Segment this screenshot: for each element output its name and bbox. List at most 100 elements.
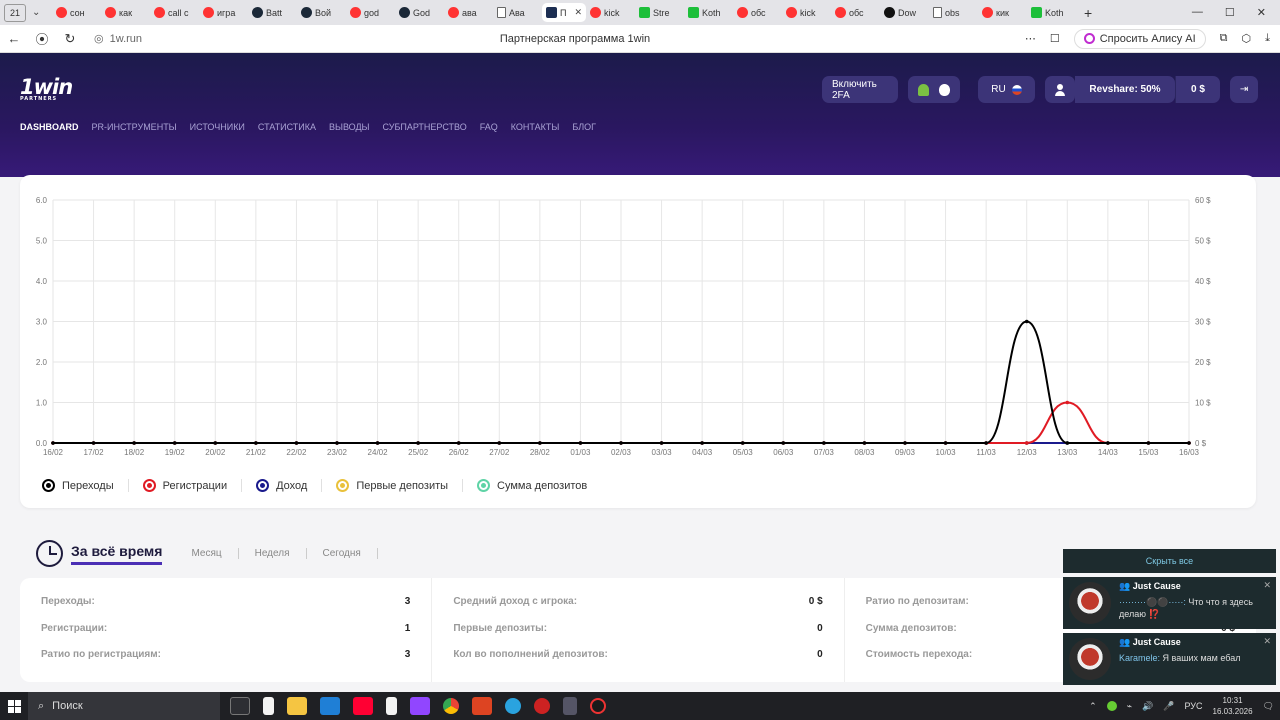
chrome-icon[interactable]: [443, 698, 459, 714]
browser-tab[interactable]: Batt: [248, 3, 297, 22]
browser-tab[interactable]: обс: [831, 3, 880, 22]
more-icon[interactable]: ⋯: [1025, 32, 1036, 45]
nav-item[interactable]: DASHBOARD: [20, 122, 79, 132]
game-icon[interactable]: [563, 697, 577, 715]
data-point: [416, 441, 420, 445]
x-tick-label: 16/03: [1179, 448, 1200, 457]
notepad-icon[interactable]: [263, 697, 274, 715]
browser-tab[interactable]: Koth: [1027, 3, 1076, 22]
taskbar-search[interactable]: ⌕ Поиск: [28, 692, 220, 720]
tab-month[interactable]: Месяц: [175, 548, 239, 559]
notifications-icon[interactable]: 🗨: [1263, 701, 1274, 712]
apple-icon: [939, 83, 950, 96]
legend-item[interactable]: Сумма депозитов: [462, 479, 587, 492]
microphone-icon[interactable]: 🎤: [1163, 701, 1174, 712]
language-indicator[interactable]: РУС: [1184, 701, 1202, 711]
obs-icon[interactable]: [590, 698, 606, 714]
legend-item[interactable]: Первые депозиты: [321, 479, 448, 492]
chevron-up-icon[interactable]: ⌃: [1089, 701, 1097, 712]
logo[interactable]: 1win PARTNERS: [20, 75, 73, 102]
maximize-icon[interactable]: ☐: [1225, 6, 1235, 19]
close-icon[interactable]: ✕: [1263, 580, 1271, 591]
task-view-icon[interactable]: [230, 697, 250, 715]
green-favicon-icon: [1031, 7, 1042, 18]
legend-item[interactable]: Переходы: [42, 479, 114, 492]
browser-tab[interactable]: Koth: [684, 3, 733, 22]
tab-week[interactable]: Неделя: [239, 548, 307, 559]
browser-tab[interactable]: игра: [199, 3, 248, 22]
reload-icon[interactable]: ↻: [56, 31, 84, 47]
data-point: [91, 441, 96, 445]
nav-item[interactable]: КОНТАКТЫ: [511, 122, 560, 132]
opera-icon[interactable]: [534, 698, 550, 714]
tab-count-badge[interactable]: 21: [4, 3, 26, 22]
download-icon[interactable]: ⤓: [1265, 32, 1270, 45]
volume-icon[interactable]: 🔊: [1142, 701, 1153, 712]
browser-tab[interactable]: как: [101, 3, 150, 22]
browser-tab[interactable]: Вой: [297, 3, 346, 22]
tab-title: Stre: [653, 7, 670, 18]
chevron-down-icon[interactable]: ⌄: [32, 7, 46, 18]
explorer-icon[interactable]: [287, 697, 307, 715]
network-icon[interactable]: ⌁: [1127, 701, 1132, 712]
nav-item[interactable]: СТАТИСТИКА: [258, 122, 316, 132]
clock[interactable]: 10:31 16.03.2026: [1213, 695, 1253, 717]
notification-item[interactable]: 👥 Just Cause ·········⚫️⚫️·····: Что что…: [1063, 577, 1276, 629]
browser-tab[interactable]: Stre: [635, 3, 684, 22]
bookmark-icon[interactable]: ☐: [1050, 32, 1060, 45]
document-icon[interactable]: [386, 697, 397, 715]
browser-tab[interactable]: П ✕: [542, 3, 586, 22]
browser-tab[interactable]: god: [346, 3, 395, 22]
enable-2fa-button[interactable]: Включить 2FA: [822, 76, 898, 103]
browser-tab[interactable]: Ава: [493, 3, 542, 22]
reader-icon[interactable]: ⧉: [1220, 32, 1228, 45]
site-info-icon[interactable]: ◎: [94, 32, 104, 45]
url-field[interactable]: ◎ 1w.run: [94, 32, 142, 46]
browser-tab[interactable]: kick: [782, 3, 831, 22]
logout-button[interactable]: ⇥: [1230, 76, 1258, 103]
mail-icon[interactable]: [320, 697, 340, 715]
nav-item[interactable]: FAQ: [480, 122, 498, 132]
notification-item[interactable]: 👥 Just Cause Karamele: Я ваших мам ебал …: [1063, 633, 1276, 685]
tab-all-time[interactable]: За всё время: [71, 543, 163, 565]
close-icon[interactable]: ✕: [1263, 636, 1271, 647]
extensions-icon[interactable]: ⬡: [1242, 32, 1252, 45]
apps-button[interactable]: [908, 76, 960, 103]
browser-tab[interactable]: обс: [733, 3, 782, 22]
tab-today[interactable]: Сегодня: [307, 548, 378, 559]
nav-item[interactable]: СУБПАРТНЕРСТВО: [383, 122, 467, 132]
alice-button[interactable]: Спросить Алису AI: [1073, 28, 1206, 49]
browser-tab[interactable]: call c: [150, 3, 199, 22]
browser-tab[interactable]: Dow: [880, 3, 929, 22]
back-icon[interactable]: ←: [0, 31, 28, 46]
tray-app-icon[interactable]: [1106, 701, 1117, 711]
legend-item[interactable]: Регистрации: [127, 479, 227, 492]
twitch-icon[interactable]: [410, 697, 430, 715]
tab-title: Koth: [1045, 7, 1064, 18]
minimize-icon[interactable]: —: [1192, 6, 1203, 19]
nav-item[interactable]: БЛОГ: [572, 122, 596, 132]
stat-row: Первые депозиты: 0: [453, 623, 822, 650]
browser-tab[interactable]: сон: [52, 3, 101, 22]
language-button[interactable]: RU: [978, 76, 1035, 103]
close-window-icon[interactable]: ✕: [1257, 6, 1266, 19]
window-controls: — ☐ ✕: [1192, 6, 1280, 19]
browser-tab[interactable]: obs: [929, 3, 978, 22]
nav-item[interactable]: ИСТОЧНИКИ: [190, 122, 245, 132]
telegram-icon[interactable]: [505, 698, 521, 714]
nav-item[interactable]: ВЫВОДЫ: [329, 122, 370, 132]
profile-button[interactable]: [1045, 76, 1075, 103]
nav-item[interactable]: PR-ИНСТРУМЕНТЫ: [92, 122, 177, 132]
browser-tab[interactable]: God: [395, 3, 444, 22]
browser-tab[interactable]: kick: [586, 3, 635, 22]
yandex-browser-icon[interactable]: [472, 697, 492, 715]
browser-tab[interactable]: кик: [978, 3, 1027, 22]
start-button[interactable]: [0, 692, 28, 720]
yandex-icon[interactable]: [353, 697, 373, 715]
legend-item[interactable]: Доход: [241, 479, 307, 492]
yandex-home-icon[interactable]: ⦿: [28, 29, 56, 48]
browser-tab[interactable]: ава: [444, 3, 493, 22]
hide-all-button[interactable]: Скрыть все: [1063, 549, 1276, 573]
close-tab-icon[interactable]: ✕: [574, 7, 582, 18]
new-tab-icon[interactable]: +: [1084, 5, 1092, 21]
